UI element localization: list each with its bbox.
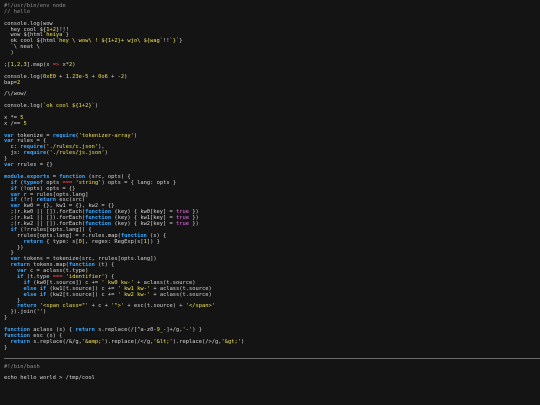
code-line[interactable]: } xyxy=(4,345,540,352)
code-editor[interactable]: #!/usr/bin/env node// hello​console.log(… xyxy=(0,0,540,382)
javascript-code-block[interactable]: #!/usr/bin/env node// hello​console.log(… xyxy=(4,3,540,352)
bash-code-block[interactable]: #!/bin/bash​echo hello world > /tmp/cool xyxy=(4,364,540,383)
code-line[interactable]: echo hello world > /tmp/cool xyxy=(4,375,540,382)
section-divider xyxy=(4,357,540,359)
